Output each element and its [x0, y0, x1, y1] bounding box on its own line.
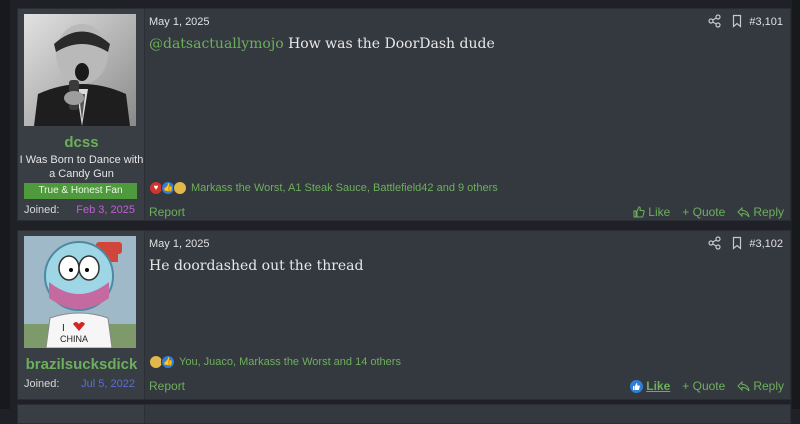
user-banner: True & Honest Fan	[24, 183, 137, 199]
username[interactable]: brazilsucksdick	[18, 356, 145, 373]
thumbs-up-icon	[633, 206, 645, 218]
bookmark-icon[interactable]	[730, 14, 744, 28]
post-date[interactable]: May 1, 2025	[149, 16, 210, 28]
report-link[interactable]: Report	[149, 205, 185, 219]
quote-button[interactable]: + Quote	[682, 205, 725, 219]
like-label: Like	[646, 379, 671, 393]
share-icon[interactable]	[708, 14, 722, 28]
user-panel: I CHINA brazilsucksdick Joined: Jul 5, 2…	[18, 231, 145, 399]
report-link[interactable]: Report	[149, 379, 185, 393]
thumbs-up-icon	[630, 379, 644, 393]
post-body: @datsactuallymojo How was the DoorDash d…	[149, 36, 495, 52]
user-panel: dcss I Was Born to Dance with a Candy Gu…	[18, 9, 145, 220]
left-edge	[0, 0, 10, 409]
joined-label: Joined:	[24, 204, 60, 216]
joined-date: Jul 5, 2022	[81, 378, 135, 390]
joined-date: Feb 3, 2025	[76, 204, 135, 216]
reply-button[interactable]: Reply	[737, 205, 784, 219]
post-text: How was the DoorDash dude	[288, 36, 495, 52]
svg-text:CHINA: CHINA	[60, 334, 88, 344]
svg-text:I: I	[62, 323, 65, 334]
user-title: I Was Born to Dance with a Candy Gun	[19, 154, 144, 180]
bookmark-icon[interactable]	[730, 236, 744, 250]
post-3102: I CHINA brazilsucksdick Joined: Jul 5, 2…	[17, 230, 791, 400]
share-icon[interactable]	[708, 236, 722, 250]
post-number[interactable]: #3,101	[749, 16, 783, 28]
reactions-list[interactable]: You, Juaco, Markass the Worst and 14 oth…	[179, 356, 401, 368]
post-actions: Like + Quote Reply	[633, 205, 784, 219]
thinking-react-icon	[173, 181, 187, 195]
reply-label: Reply	[753, 379, 784, 393]
thumbs-up-react-icon: 👍	[161, 355, 175, 369]
avatar[interactable]	[24, 14, 136, 126]
user-panel	[18, 405, 145, 423]
like-button[interactable]: Like	[633, 205, 670, 219]
like-button[interactable]: Like	[630, 379, 670, 393]
post-3101: dcss I Was Born to Dance with a Candy Gu…	[17, 8, 791, 221]
reactions-bar[interactable]: ♥ 👍 Markass the Worst, A1 Steak Sauce, B…	[149, 181, 498, 195]
reply-icon	[737, 380, 750, 391]
post-date[interactable]: May 1, 2025	[149, 238, 210, 250]
post-next-partial	[17, 404, 791, 424]
reactions-bar[interactable]: 👍 You, Juaco, Markass the Worst and 14 o…	[149, 355, 401, 369]
reply-icon	[737, 206, 750, 217]
post-body: He doordashed out the thread	[149, 258, 364, 274]
right-edge	[792, 0, 800, 409]
reply-label: Reply	[753, 205, 784, 219]
joined-label: Joined:	[24, 378, 60, 390]
user-mention[interactable]: @datsactuallymojo	[149, 36, 284, 52]
like-label: Like	[648, 205, 671, 219]
reactions-list[interactable]: Markass the Worst, A1 Steak Sauce, Battl…	[191, 182, 498, 194]
reply-button[interactable]: Reply	[737, 379, 784, 393]
post-text: He doordashed out the thread	[149, 258, 364, 274]
post-number[interactable]: #3,102	[749, 238, 783, 250]
quote-button[interactable]: + Quote	[682, 379, 725, 393]
username[interactable]: dcss	[18, 134, 145, 151]
post-actions: Like + Quote Reply	[630, 379, 784, 393]
avatar[interactable]: I CHINA	[24, 236, 136, 348]
